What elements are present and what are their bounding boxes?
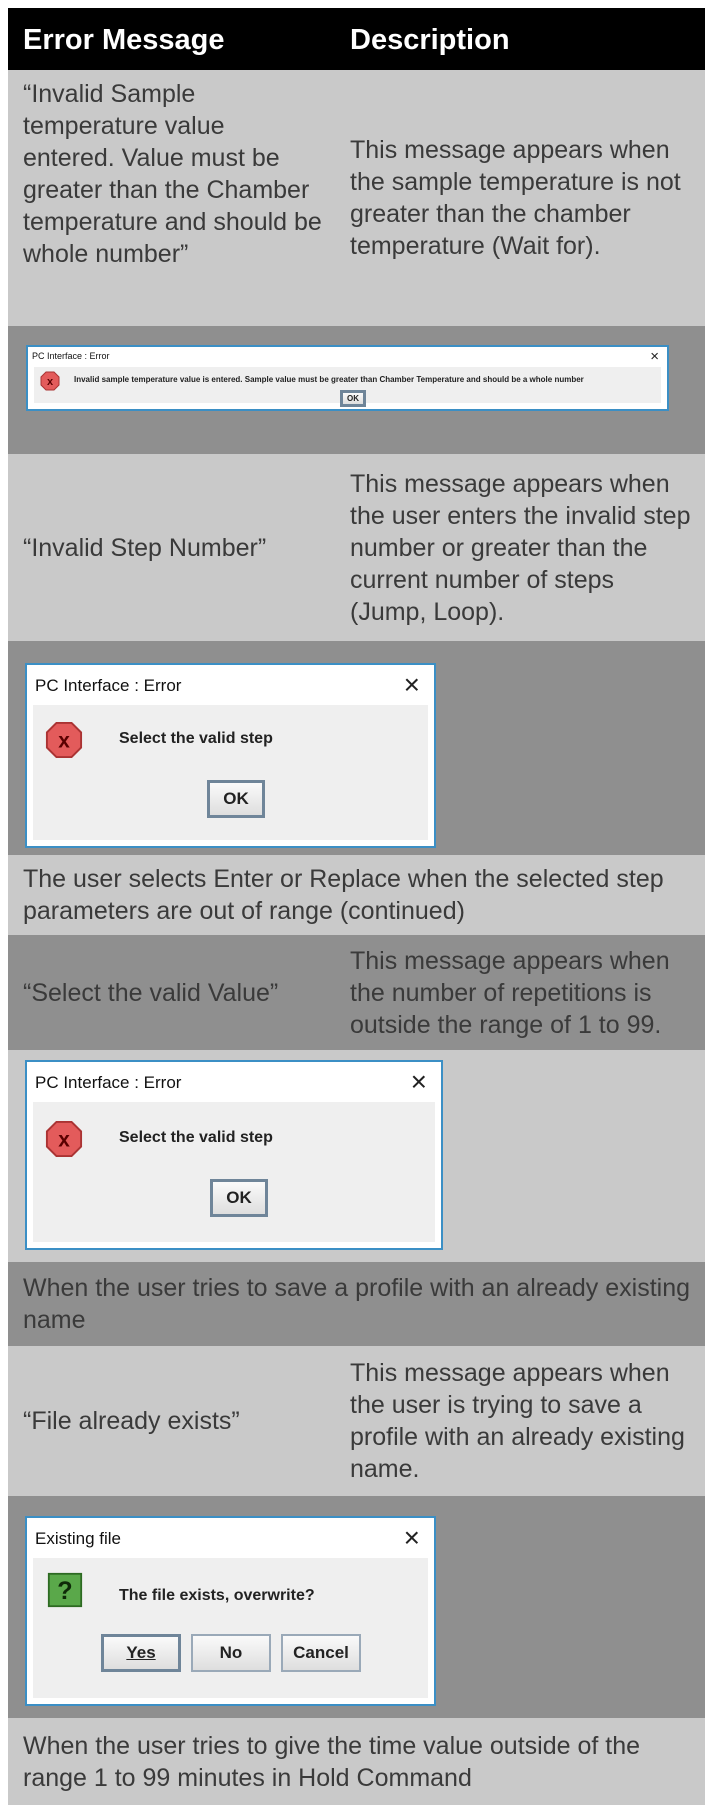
dialog-row: PC Interface : Error × x Select the vali… [8,1050,705,1262]
close-icon[interactable]: × [411,1066,427,1098]
error-message-cell: “Invalid Step Number” [23,533,267,562]
dialog-message: Select the valid step [119,1129,273,1146]
dialog-message: The file exists, overwrite? [119,1587,315,1604]
description-cell: This message appears when the user is tr… [350,1359,685,1483]
no-button[interactable]: No [191,1634,271,1672]
error-message-cell: “Select the valid Value” [23,978,279,1007]
error-icon: x [45,1120,83,1158]
question-dialog: Existing file × ? The file exists, overw… [25,1516,436,1706]
section-heading: The user selects Enter or Replace when t… [23,865,664,925]
error-icon: x [40,371,60,391]
section-heading: When the user tries to save a profile wi… [23,1274,691,1334]
table-row: “Select the valid Value” This message ap… [8,935,705,1050]
close-icon[interactable]: × [404,1522,420,1554]
dialog-titlebar: PC Interface : Error × [28,347,667,367]
error-icon: x [45,721,83,759]
ok-button[interactable]: OK [207,780,265,818]
close-icon[interactable]: × [650,348,659,365]
section-heading: When the user tries to give the time val… [23,1731,641,1792]
dialog-message: Invalid sample temperature value is ente… [74,375,584,384]
table-row: “File already exists” This message appea… [8,1346,705,1496]
table-row: “Invalid Step Number” This message appea… [8,454,705,641]
dialog-titlebar: Existing file × [27,1518,434,1558]
error-dialog: PC Interface : Error × x Select the vali… [25,1060,443,1250]
dialog-title: PC Interface : Error [35,1073,182,1092]
dialog-titlebar: PC Interface : Error × [27,1062,441,1102]
cancel-button[interactable]: Cancel [281,1634,361,1672]
error-dialog: PC Interface : Error × x Select the vali… [25,663,436,848]
dialog-message: Select the valid step [119,730,273,747]
description-cell: This message appears when the user enter… [350,469,691,626]
error-message-cell: “Invalid Sample temperature value entere… [23,80,322,268]
close-icon[interactable]: × [404,669,420,701]
error-message-cell: “File already exists” [23,1407,240,1435]
svg-text:x: x [58,1129,70,1152]
dialog-body: x Invalid sample temperature value is en… [34,367,661,407]
error-message-table: Error Message Description “Invalid Sampl… [8,8,705,1805]
header-description: Description [350,24,510,56]
svg-text:x: x [58,730,70,753]
dialog-row: PC Interface : Error × x Select the vali… [8,641,705,855]
description-cell: This message appears when the sample tem… [350,136,681,260]
yes-button[interactable]: Yes [101,1634,181,1672]
ok-button[interactable]: OK [210,1179,268,1217]
svg-text:?: ? [57,1577,72,1605]
section-row: When the user tries to give the time val… [8,1718,705,1805]
svg-text:x: x [47,376,54,388]
dialog-body: ? The file exists, overwrite? Yes No Can… [33,1558,428,1698]
section-row: When the user tries to save a profile wi… [8,1262,705,1346]
description-cell: This message appears when the number of … [350,946,670,1039]
table-header: Error Message Description [8,8,705,70]
section-row: The user selects Enter or Replace when t… [8,855,705,935]
question-icon: ? [47,1572,83,1608]
dialog-body: x Select the valid step OK [33,1102,435,1242]
table-row: “Invalid Sample temperature value entere… [8,70,705,326]
dialog-body: x Select the valid step OK [33,705,428,840]
dialog-titlebar: PC Interface : Error × [27,665,434,705]
dialog-title: Existing file [35,1529,121,1548]
dialog-row: Existing file × ? The file exists, overw… [8,1496,705,1718]
dialog-title: PC Interface : Error [32,351,110,361]
header-error-message: Error Message [23,24,225,56]
dialog-title: PC Interface : Error [35,676,182,695]
ok-button[interactable]: OK [340,390,366,407]
error-dialog: PC Interface : Error × x Invalid sample … [26,345,669,411]
dialog-row: PC Interface : Error × x Invalid sample … [8,326,705,454]
